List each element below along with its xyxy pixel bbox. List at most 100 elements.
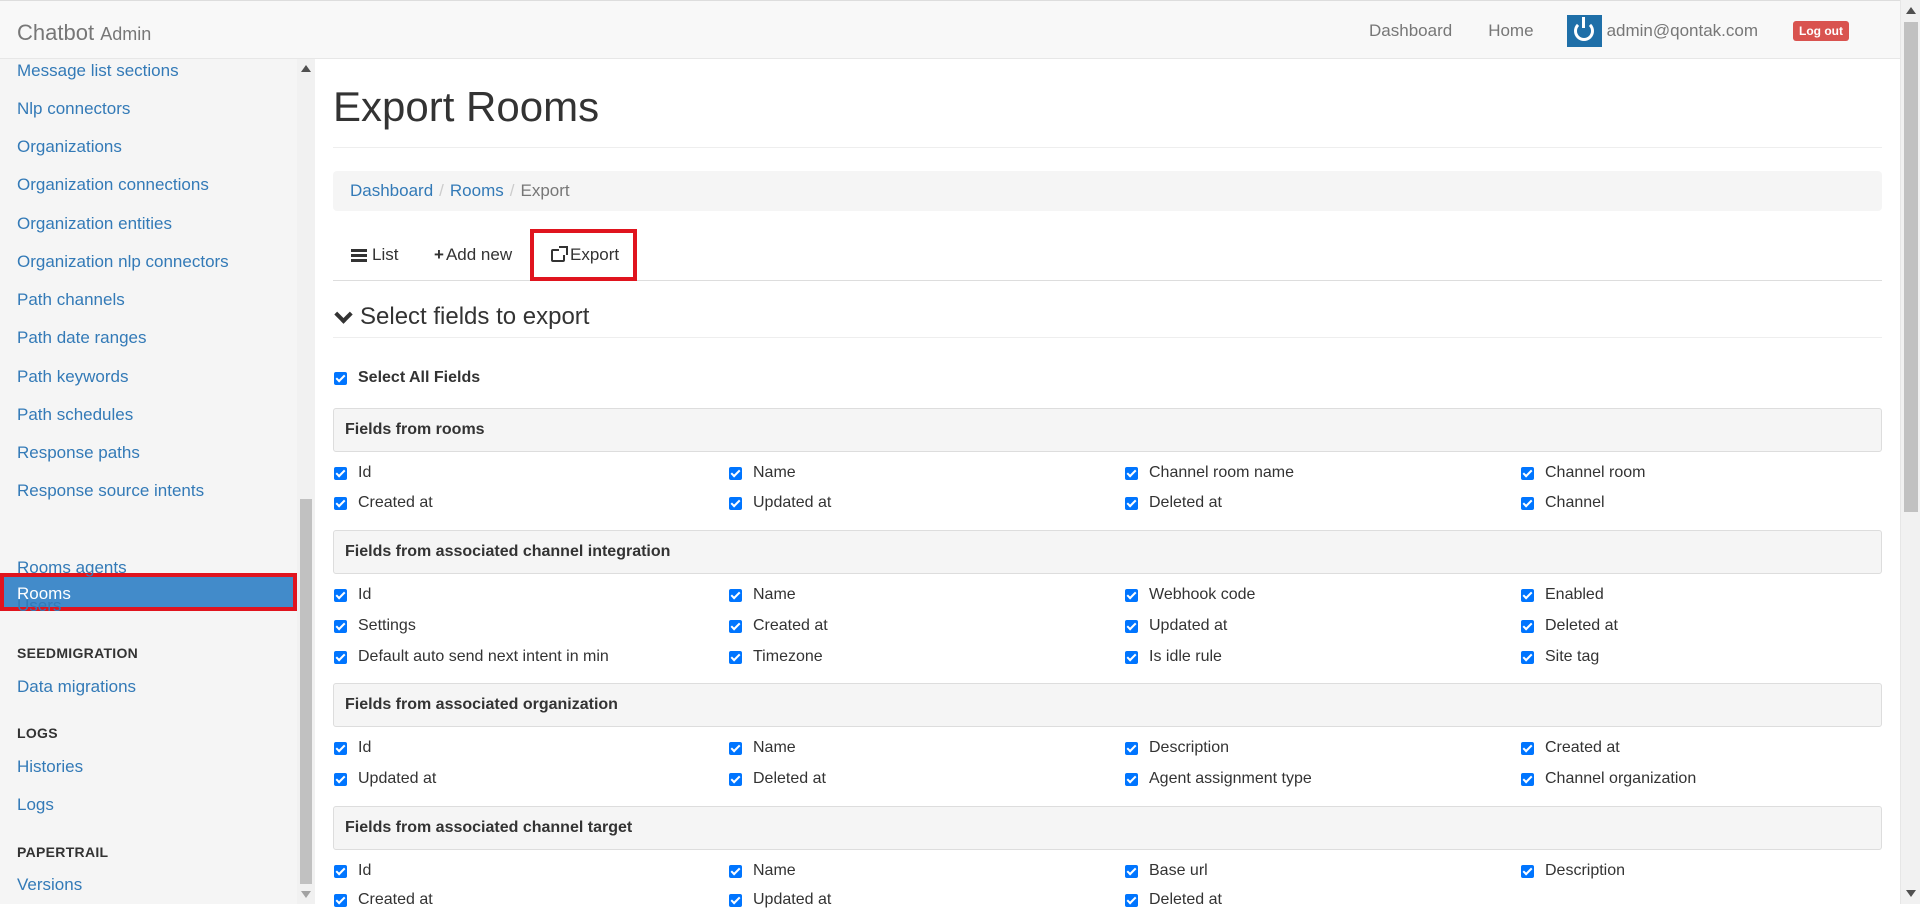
field-checkbox[interactable]: Updated at [729,891,831,909]
field-checkbox[interactable]: Id [334,739,371,757]
field-checkbox[interactable]: Description [1125,739,1229,757]
checkbox[interactable] [729,741,742,755]
logout-button[interactable]: Log out [1793,20,1849,41]
checkbox[interactable] [1125,588,1138,602]
checkbox[interactable] [334,741,347,755]
field-checkbox[interactable]: Name [729,464,796,482]
checkbox[interactable] [729,864,742,878]
checkbox[interactable] [729,466,742,480]
sidebar-item-logs[interactable]: Logs [17,795,54,815]
field-checkbox[interactable]: Deleted at [729,770,826,788]
sidebar-item-message-list-sections[interactable]: Message list sections [17,61,179,81]
checkbox[interactable] [334,650,347,664]
breadcrumb-dashboard[interactable]: Dashboard [350,181,433,200]
sidebar-item-response-source-intents[interactable]: Response source intents [17,481,204,501]
field-checkbox[interactable]: Channel room name [1125,464,1294,482]
checkbox[interactable] [729,619,742,633]
tab-list[interactable]: List [351,229,398,281]
field-checkbox[interactable]: Base url [1125,862,1208,880]
field-checkbox[interactable]: Created at [334,891,433,909]
field-checkbox[interactable]: Updated at [729,494,831,512]
checkbox[interactable] [334,893,347,907]
field-checkbox[interactable]: Created at [1521,739,1620,757]
sidebar-item-path-date-ranges[interactable]: Path date ranges [17,328,146,348]
checkbox[interactable] [1521,496,1534,510]
select-fields-toggle[interactable]: Select fields to export [333,303,1882,338]
checkbox[interactable] [1125,893,1138,907]
checkbox[interactable] [334,619,347,633]
select-all-checkbox[interactable] [334,371,347,385]
checkbox[interactable] [729,893,742,907]
field-checkbox[interactable]: Name [729,862,796,880]
brand[interactable]: Chatbot Admin [17,20,151,46]
checkbox[interactable] [1125,864,1138,878]
field-checkbox[interactable]: Id [334,862,371,880]
sidebar-item-response-paths[interactable]: Response paths [17,443,140,463]
user-menu[interactable]: admin@qontak.com [1566,14,1758,47]
sidebar-scroll-thumb[interactable] [300,499,312,884]
nav-home-link[interactable]: Home [1488,21,1533,41]
scroll-up-arrow-icon[interactable] [1906,7,1916,14]
checkbox[interactable] [729,650,742,664]
field-checkbox[interactable]: Updated at [334,770,436,788]
checkbox[interactable] [334,588,347,602]
checkbox[interactable] [334,772,347,786]
select-all-fields[interactable]: Select All Fields [334,369,480,387]
sidebar-item-organization-nlp-connectors[interactable]: Organization nlp connectors [17,252,229,272]
field-checkbox[interactable]: Enabled [1521,586,1604,604]
sidebar-scrollbar[interactable] [297,59,315,904]
field-checkbox[interactable]: Site tag [1521,648,1599,666]
sidebar-item-rooms-agents[interactable]: Rooms agents [17,558,127,578]
field-checkbox[interactable]: Created at [334,494,433,512]
checkbox[interactable] [1125,741,1138,755]
checkbox[interactable] [334,466,347,480]
scroll-up-arrow-icon[interactable] [301,65,311,72]
field-checkbox[interactable]: Channel room [1521,464,1646,482]
page-scroll-thumb[interactable] [1904,22,1918,512]
sidebar-item-path-keywords[interactable]: Path keywords [17,367,129,387]
sidebar-item-organizations[interactable]: Organizations [17,137,122,157]
checkbox[interactable] [729,496,742,510]
field-checkbox[interactable]: Webhook code [1125,586,1255,604]
sidebar-item-path-channels[interactable]: Path channels [17,290,125,310]
sidebar-item-versions[interactable]: Versions [17,875,82,895]
field-checkbox[interactable]: Description [1521,862,1625,880]
checkbox[interactable] [1521,741,1534,755]
field-checkbox[interactable]: Channel [1521,494,1605,512]
scroll-down-arrow-icon[interactable] [301,891,311,898]
field-checkbox[interactable]: Name [729,739,796,757]
field-checkbox[interactable]: Id [334,586,371,604]
field-checkbox[interactable]: Channel organization [1521,770,1696,788]
field-checkbox[interactable]: Updated at [1125,617,1227,635]
sidebar-item-users[interactable]: Users [17,596,61,616]
checkbox[interactable] [1521,619,1534,633]
sidebar-item-organization-connections[interactable]: Organization connections [17,175,209,195]
field-checkbox[interactable]: Name [729,586,796,604]
field-checkbox[interactable]: Id [334,464,371,482]
tab-export[interactable]: Export [530,229,638,281]
checkbox[interactable] [1125,496,1138,510]
sidebar-item-path-schedules[interactable]: Path schedules [17,405,133,425]
sidebar-item-data-migrations[interactable]: Data migrations [17,677,136,697]
field-checkbox[interactable]: Deleted at [1521,617,1618,635]
page-scrollbar[interactable] [1900,0,1920,904]
checkbox[interactable] [334,496,347,510]
checkbox[interactable] [1125,650,1138,664]
checkbox[interactable] [729,772,742,786]
checkbox[interactable] [1125,466,1138,480]
scroll-down-arrow-icon[interactable] [1906,890,1916,897]
sidebar-item-organization-entities[interactable]: Organization entities [17,214,172,234]
field-checkbox[interactable]: Deleted at [1125,891,1222,909]
checkbox[interactable] [1521,466,1534,480]
checkbox[interactable] [334,864,347,878]
sidebar-item-histories[interactable]: Histories [17,757,83,777]
field-checkbox[interactable]: Is idle rule [1125,648,1222,666]
checkbox[interactable] [1125,772,1138,786]
checkbox[interactable] [729,588,742,602]
field-checkbox[interactable]: Deleted at [1125,494,1222,512]
field-checkbox[interactable]: Settings [334,617,416,635]
sidebar-item-nlp-connectors[interactable]: Nlp connectors [17,99,130,119]
checkbox[interactable] [1125,619,1138,633]
breadcrumb-rooms[interactable]: Rooms [450,181,504,200]
checkbox[interactable] [1521,772,1534,786]
